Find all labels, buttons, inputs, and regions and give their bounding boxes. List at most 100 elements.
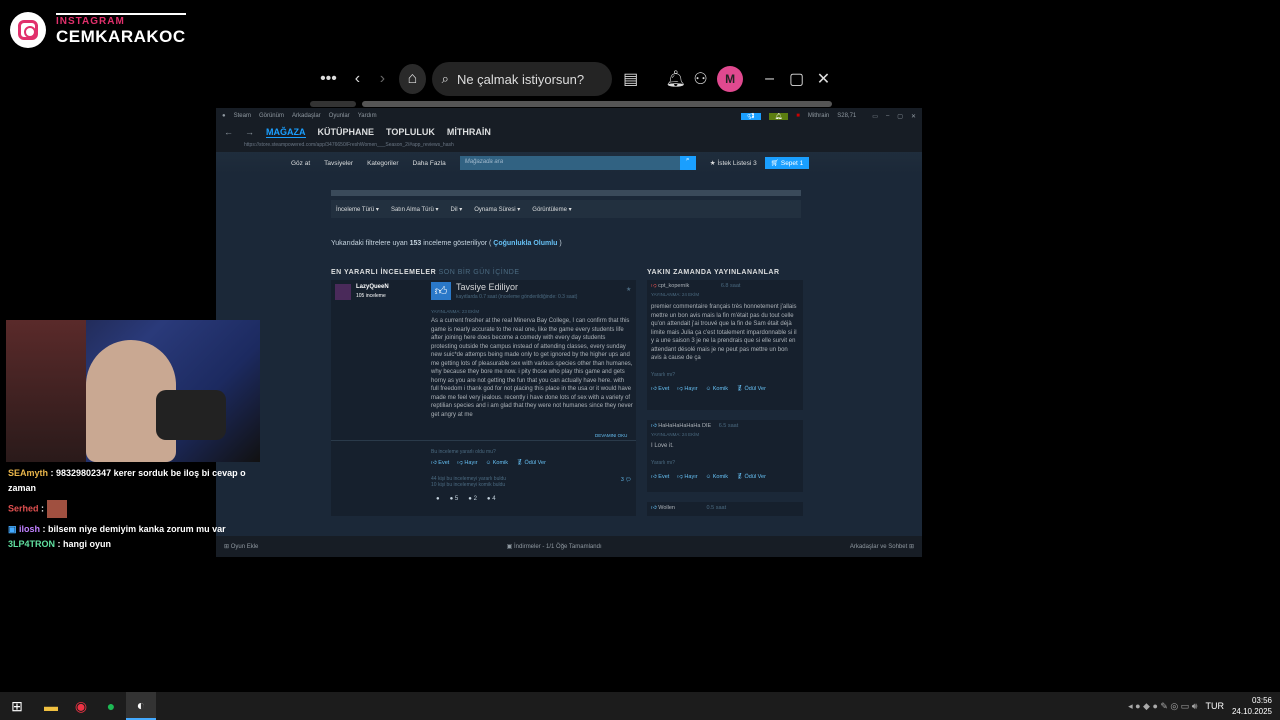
vote-funny[interactable]: ☺ Komik	[486, 459, 508, 468]
browse-icon[interactable]: ▤	[618, 65, 643, 93]
nav-library[interactable]: KÜTÜPHANE	[318, 127, 375, 137]
menu-friends[interactable]: Arkadaşlar	[292, 113, 321, 119]
back-icon[interactable]: ‹	[345, 65, 370, 93]
nav-profile[interactable]: MİTHRAİN	[447, 127, 491, 137]
chat-line: ▣ ilosh : bilsem niye demiyim kanka zoru…	[8, 524, 226, 534]
store-categories[interactable]: Kategoriler	[367, 160, 398, 167]
verdict: Tavsiye Ediliyor	[456, 282, 519, 292]
back-icon[interactable]: ←	[224, 127, 233, 137]
store-menu: Göz at Tavsiyeler Kategoriler Daha Fazla…	[216, 152, 922, 174]
reviewer-name[interactable]: Wollen	[658, 505, 675, 511]
forward-icon[interactable]: →	[245, 127, 254, 137]
review-area: İnceleme Türü ▾ Satın Alma Türü ▾ Dil ▾ …	[331, 190, 803, 520]
store-more[interactable]: Daha Fazla	[413, 160, 446, 167]
nav-store[interactable]: MAĞAZA	[266, 127, 306, 138]
award-icon[interactable]: ★	[626, 286, 631, 295]
chrome-icon[interactable]: ◉	[66, 692, 96, 720]
menu-games[interactable]: Oyunlar	[329, 113, 350, 119]
vote-award[interactable]: 🏅︎ Ödül Ver	[736, 385, 766, 394]
hours: kayıtlarda 0.7 saat (inceleme gönderildi…	[456, 294, 578, 300]
notification-button[interactable]: 🔔︎	[768, 112, 789, 120]
vote-yes[interactable]: 👍︎ Evet	[651, 473, 669, 482]
search-input[interactable]: ⌕ Ne çalmak istiyorsun?	[431, 62, 613, 96]
account-avatar[interactable]: ■	[796, 113, 800, 119]
menu-help[interactable]: Yardım	[358, 113, 377, 119]
webcam-overlay	[6, 320, 260, 462]
search-icon: ⌕	[441, 71, 449, 86]
filter-display[interactable]: Görüntüleme ▾	[532, 206, 571, 213]
vote-award[interactable]: 🏅︎ Ödül Ver	[516, 459, 546, 468]
menu-view[interactable]: Görünüm	[259, 113, 284, 119]
cart-button[interactable]: 🛒︎ Sepet 1	[764, 157, 810, 169]
filter-language[interactable]: Dil ▾	[451, 206, 463, 213]
spotify-icon[interactable]: ●	[96, 692, 126, 720]
minimize-icon[interactable]: –	[757, 65, 782, 93]
vote-no[interactable]: 👎︎ Hayır	[677, 473, 697, 482]
forward-icon[interactable]: ›	[370, 65, 395, 93]
store-browse[interactable]: Göz at	[291, 160, 310, 167]
steam-icon[interactable]: ◐	[126, 692, 156, 720]
language[interactable]: TUR	[1205, 701, 1224, 711]
friends-icon[interactable]: ⚇	[688, 65, 713, 93]
bell-icon[interactable]: 🔔︎	[663, 65, 688, 93]
recent-review-3: 👍︎ Wollen 0.5 saat	[647, 502, 803, 516]
vote-yes[interactable]: 👍︎ Evet	[651, 385, 669, 394]
scroll-indicator-left	[310, 101, 356, 107]
filter-purchase[interactable]: Satın Alma Türü ▾	[391, 206, 439, 213]
review-filters: İnceleme Türü ▾ Satın Alma Türü ▾ Dil ▾ …	[331, 200, 801, 218]
vote-buttons: 👍︎ Evet 👎︎ Hayır ☺ Komik 🏅︎ Ödül Ver	[651, 473, 799, 482]
url-bar[interactable]: https://store.steampowered.com/app/34766…	[216, 140, 922, 152]
spotify-topbar: ••• ‹ › ⌂ ⌕ Ne çalmak istiyorsun? ▤ 🔔︎ ⚇…	[316, 62, 836, 96]
reviewer-avatar[interactable]	[335, 284, 351, 300]
comment-count[interactable]: 3 💬︎	[621, 476, 632, 485]
bigpicture-icon[interactable]: ▭	[872, 113, 878, 120]
chat-line: Serhed :	[8, 500, 268, 518]
account-name[interactable]: Mithrain	[808, 113, 829, 119]
stream-chat: SEAmyth : 98329802347 kerer sorduk be il…	[8, 466, 268, 552]
search-icon[interactable]: ⌕	[679, 156, 696, 170]
more-icon[interactable]: •••	[316, 65, 341, 93]
clock[interactable]: 03:56 24.10.2025	[1232, 695, 1272, 717]
wishlist-button[interactable]: ★ İstek Listesi 3	[710, 159, 757, 167]
hours: 6.5 saat	[718, 423, 739, 429]
explorer-icon[interactable]: ▬	[36, 692, 66, 720]
friends-chat-button[interactable]: Arkadaşlar ve Sohbet ⊞	[850, 543, 914, 550]
nav-community[interactable]: TOPLULUK	[386, 127, 435, 137]
reviewer-count: 105 inceleme	[356, 293, 386, 299]
store-search-input[interactable]: Mağazada ara	[459, 156, 680, 170]
close-icon[interactable]: ✕	[911, 113, 916, 120]
reviewer-name[interactable]: LazyQueeN	[356, 283, 389, 292]
filter-type[interactable]: İnceleme Türü ▾	[336, 206, 379, 213]
vote-no[interactable]: 👎︎ Hayır	[677, 385, 697, 394]
downloads-status[interactable]: ▣ İndirmeler - 1/1 Öğe Tamamlandı	[507, 543, 602, 550]
review-text: premier commentaire français très honnet…	[651, 304, 797, 361]
award-1: ● 5	[449, 496, 459, 502]
helpful-header: EN YARARLI İNCELEMELER SON BİR GÜN İÇİND…	[331, 269, 520, 276]
helpful-question: Yararlı mı?	[651, 459, 676, 466]
home-icon[interactable]: ⌂	[398, 64, 426, 94]
reviewer-name[interactable]: cpt_kopernik	[658, 283, 689, 289]
rating-link[interactable]: Çoğunlukla Olumlu	[493, 240, 557, 247]
store-recommend[interactable]: Tavsiyeler	[324, 160, 353, 167]
start-icon[interactable]: ⊞	[2, 692, 32, 720]
steam-nav: ← → MAĞAZA KÜTÜPHANE TOPLULUK MİTHRAİN	[216, 124, 922, 140]
hours: 0.5 saat	[706, 505, 727, 511]
menu-steam[interactable]: Steam	[234, 113, 251, 119]
announce-button[interactable]: 📢︎	[741, 112, 761, 120]
vote-funny[interactable]: ☺ Komik	[706, 385, 728, 394]
vote-no[interactable]: 👎︎ Hayır	[457, 459, 477, 468]
instagram-label: INSTAGRAM	[56, 13, 186, 27]
filter-playtime[interactable]: Oynama Süresi ▾	[474, 206, 520, 213]
posted-date: YAYINLANMA: 23 EKİM	[431, 309, 480, 314]
tray-icons[interactable]: ◂ ● ◆ ● ✎ ◎ ▭ 🔊︎	[1128, 701, 1197, 712]
maximize-icon[interactable]: ▢	[784, 65, 809, 93]
minimize-icon[interactable]: –	[886, 113, 889, 119]
vote-award[interactable]: 🏅︎ Ödül Ver	[736, 473, 766, 482]
avatar[interactable]: M	[717, 66, 744, 92]
filter-summary: Yukarıdaki filtrelere uyan 153 inceleme …	[331, 240, 562, 247]
vote-funny[interactable]: ☺ Komik	[706, 473, 728, 482]
vote-yes[interactable]: 👍︎ Evet	[431, 459, 449, 468]
reviewer-name[interactable]: HaHaHaHaHaHa DIE	[658, 423, 711, 429]
maximize-icon[interactable]: ▢	[897, 113, 903, 120]
close-icon[interactable]: ✕	[811, 65, 836, 93]
